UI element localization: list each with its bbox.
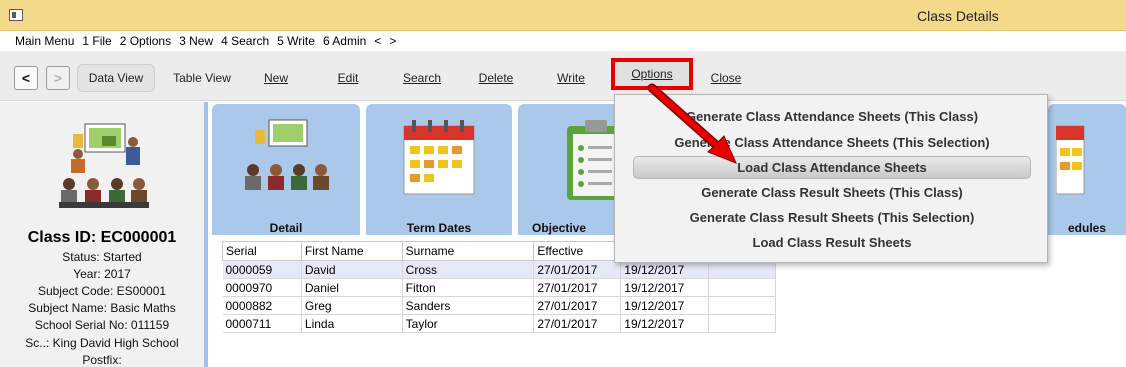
annotation-arrow-icon: [647, 83, 737, 164]
